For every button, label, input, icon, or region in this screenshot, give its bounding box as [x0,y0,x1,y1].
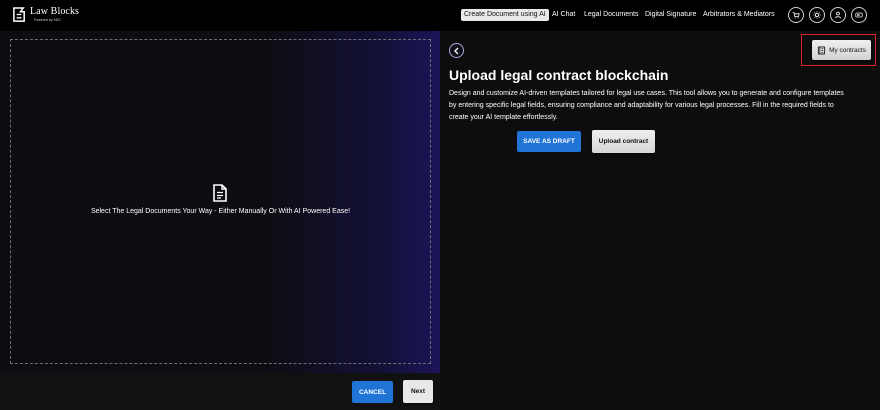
save-as-draft-button[interactable]: SAVE AS DRAFT [517,131,581,152]
logo-mark-icon [13,7,25,22]
logout-icon [855,12,863,18]
my-contracts-button[interactable]: My contracts [812,40,871,60]
nav-legal-documents[interactable]: Legal Documents [584,9,638,21]
nav-create-document-ai[interactable]: Create Document using AI [461,9,549,21]
document-preview-panel [0,31,440,373]
my-contracts-label: My contracts [829,46,866,54]
cart-button[interactable] [788,7,804,23]
logout-button[interactable] [851,7,867,23]
back-button[interactable] [449,43,464,58]
logo-subtitle: Powered by XDC [34,18,61,22]
theme-toggle-button[interactable] [809,7,825,23]
contract-book-icon [817,45,826,55]
nav-arbitrators-mediators[interactable]: Arbitrators & Mediators [703,9,775,21]
upload-contract-button[interactable]: Upload contract [592,130,655,153]
user-icon [835,11,841,19]
next-button[interactable]: Next [403,380,433,403]
document-icon [213,184,227,202]
nav-ai-chat[interactable]: AI Chat [552,9,575,21]
sun-icon [813,11,821,19]
top-header: Law Blocks Powered by XDC Create Documen… [0,0,880,31]
chevron-left-icon [453,47,458,54]
nav-digital-signature[interactable]: Digital Signature [645,9,696,21]
page-title: Upload legal contract blockchain [449,67,669,83]
profile-button[interactable] [830,7,846,23]
logo-name: Law Blocks [30,6,80,17]
law-blocks-logo[interactable]: Law Blocks Powered by XDC [12,7,79,23]
dropzone-instruction: Select The Legal Documents Your Way - Ei… [90,208,351,215]
page-description: Design and customize AI-driven templates… [449,90,844,121]
cart-icon [792,12,800,19]
cancel-button[interactable]: CANCEL [352,381,393,403]
